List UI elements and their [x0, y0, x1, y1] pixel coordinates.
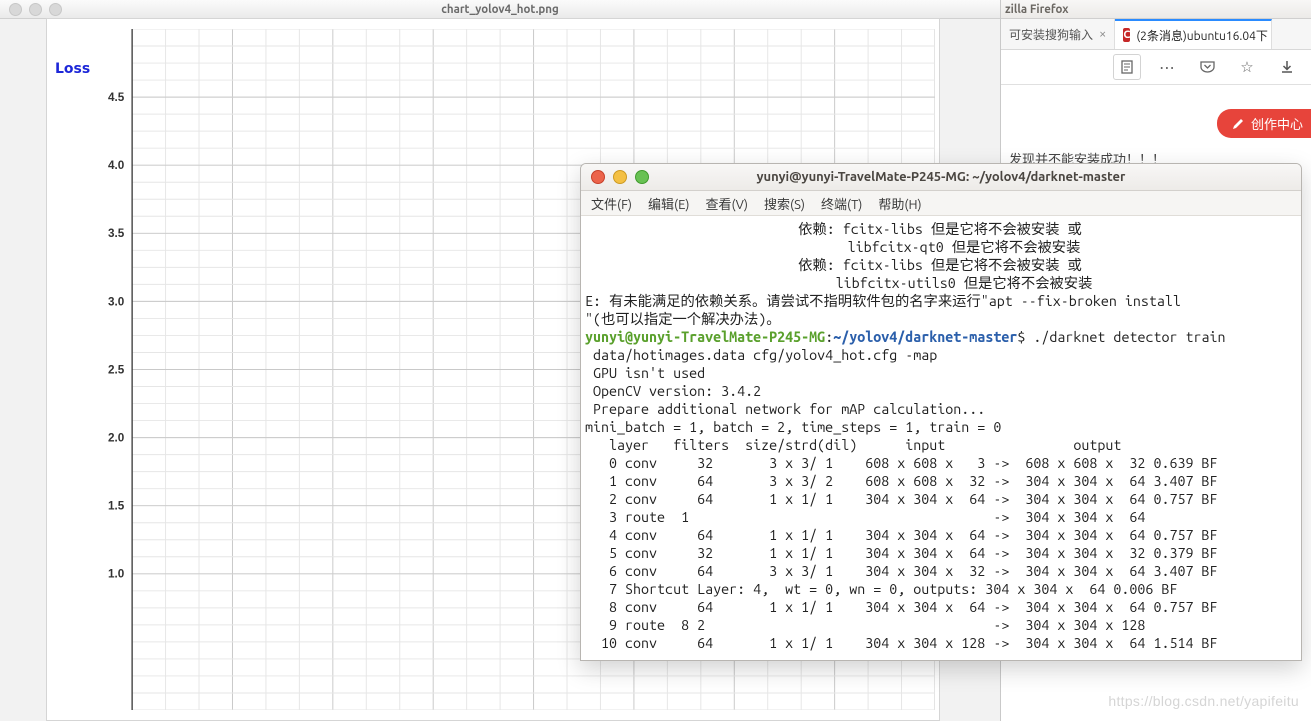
firefox-tabstrip[interactable]: 可安装搜狗输入 × C (2条消息)ubuntu16.04下 [1001, 19, 1311, 50]
image-viewer-titlebar[interactable]: chart_yolov4_hot.png [0, 0, 1000, 19]
firefox-window-title: zilla Firefox [1005, 3, 1068, 16]
pocket-icon[interactable] [1193, 54, 1221, 80]
bookmark-star-icon[interactable]: ☆ [1233, 54, 1261, 80]
output-line: GPU isn't used [585, 365, 705, 381]
menu-terminal[interactable]: 终端(T) [821, 194, 862, 213]
output-line: Prepare additional network for mAP calcu… [585, 401, 985, 417]
output-line: mini_batch = 1, batch = 2, time_steps = … [585, 419, 1001, 435]
dep-line: libfcitx-utils0 但是它将不会被安装 [585, 274, 1295, 292]
dep-line: 依赖: fcitx-libs 但是它将不会被安装 或 [585, 256, 1295, 274]
close-icon[interactable] [9, 3, 22, 16]
layer-row: 1 conv 64 3 x 3/ 2 608 x 608 x 32 -> 304… [585, 473, 1218, 489]
svg-text:3.0: 3.0 [108, 295, 125, 308]
layer-row: 2 conv 64 1 x 1/ 1 304 x 304 x 64 -> 304… [585, 491, 1218, 507]
favicon-icon: C [1123, 28, 1130, 42]
watermark-text: https://blog.csdn.net/yapifeitu [1108, 693, 1299, 709]
create-center-label: 创作中心 [1251, 114, 1303, 133]
layer-row: 8 conv 64 1 x 1/ 1 304 x 304 x 64 -> 304… [585, 599, 1218, 615]
layer-row: 5 conv 32 1 x 1/ 1 304 x 304 x 64 -> 304… [585, 545, 1218, 561]
layer-row: 0 conv 32 3 x 3/ 1 608 x 608 x 3 -> 608 … [585, 455, 1218, 471]
more-icon[interactable]: ⋯ [1153, 54, 1181, 80]
layer-row: 9 route 8 2 -> 304 x 304 x 128 [585, 617, 1145, 633]
prompt-path: ~/yolov4/darknet-master [833, 329, 1017, 345]
menu-search[interactable]: 搜索(S) [764, 194, 805, 213]
menu-view[interactable]: 查看(V) [706, 194, 748, 213]
pencil-icon [1231, 117, 1245, 131]
window-controls[interactable] [9, 3, 62, 16]
minimize-icon[interactable] [29, 3, 42, 16]
close-icon[interactable]: × [1099, 27, 1106, 41]
tab-label: (2条消息)ubuntu16.04下 [1136, 27, 1268, 44]
svg-text:1.5: 1.5 [108, 500, 125, 513]
terminal-window: yunyi@yunyi-TravelMate-P245-MG: ~/yolov4… [580, 163, 1302, 661]
prompt-user: yunyi@yunyi-TravelMate-P245-MG [585, 329, 825, 345]
svg-text:2.5: 2.5 [108, 363, 125, 376]
maximize-icon[interactable] [49, 3, 62, 16]
layer-row: 10 conv 64 1 x 1/ 1 304 x 304 x 128 -> 3… [585, 635, 1218, 651]
reader-mode-icon[interactable] [1113, 54, 1141, 80]
menu-file[interactable]: 文件(F) [591, 194, 632, 213]
terminal-title: yunyi@yunyi-TravelMate-P245-MG: ~/yolov4… [581, 170, 1301, 184]
image-viewer-title: chart_yolov4_hot.png [0, 3, 1000, 16]
browser-tab-2[interactable]: C (2条消息)ubuntu16.04下 [1115, 19, 1272, 49]
menu-help[interactable]: 帮助(H) [878, 194, 921, 213]
firefox-toolbar: ⋯ ☆ [1001, 50, 1311, 85]
browser-tab-1[interactable]: 可安装搜狗输入 × [1001, 19, 1115, 49]
output-line: OpenCV version: 3.4.2 [585, 383, 761, 399]
layer-row: 6 conv 64 3 x 3/ 1 304 x 304 x 32 -> 304… [585, 563, 1218, 579]
svg-text:4.5: 4.5 [108, 91, 125, 104]
apt-error-line: E: 有未能满足的依赖关系。请尝试不指明软件包的名字来运行"apt --fix-… [585, 293, 1181, 309]
layer-row: 4 conv 64 1 x 1/ 1 304 x 304 x 64 -> 304… [585, 527, 1218, 543]
minimize-icon[interactable] [613, 170, 627, 184]
command-cont: data/hotimages.data cfg/yolov4_hot.cfg -… [585, 347, 937, 363]
layer-row: 7 Shortcut Layer: 4, wt = 0, wn = 0, out… [585, 581, 1177, 597]
maximize-icon[interactable] [635, 170, 649, 184]
y-axis-label: Loss [55, 61, 90, 77]
menu-edit[interactable]: 编辑(E) [648, 194, 689, 213]
layer-header: layer filters size/strd(dil) input outpu… [585, 437, 1121, 453]
svg-text:1.0: 1.0 [108, 568, 125, 581]
terminal-output[interactable]: 依赖: fcitx-libs 但是它将不会被安装 或 libfcitx-qt0 … [581, 216, 1301, 660]
tab-label: 可安装搜狗输入 [1009, 26, 1093, 43]
apt-error-line: "(也可以指定一个解决办法)。 [585, 311, 781, 327]
download-icon[interactable] [1273, 54, 1301, 80]
svg-text:4.0: 4.0 [108, 159, 125, 172]
layer-row: 3 route 1 -> 304 x 304 x 64 [585, 509, 1145, 525]
dep-line: libfcitx-qt0 但是它将不会被安装 [585, 238, 1295, 256]
dep-line: 依赖: fcitx-libs 但是它将不会被安装 或 [585, 220, 1295, 238]
close-icon[interactable] [591, 170, 605, 184]
create-center-button[interactable]: 创作中心 [1217, 109, 1311, 138]
svg-text:2.0: 2.0 [108, 432, 125, 445]
svg-text:3.5: 3.5 [108, 227, 125, 240]
terminal-menubar[interactable]: 文件(F) 编辑(E) 查看(V) 搜索(S) 终端(T) 帮助(H) [581, 191, 1301, 216]
window-controls[interactable] [591, 170, 649, 184]
terminal-titlebar[interactable]: yunyi@yunyi-TravelMate-P245-MG: ~/yolov4… [581, 164, 1301, 191]
command-text: ./darknet detector train [1033, 329, 1225, 345]
firefox-titlebar[interactable]: zilla Firefox [1001, 0, 1311, 19]
